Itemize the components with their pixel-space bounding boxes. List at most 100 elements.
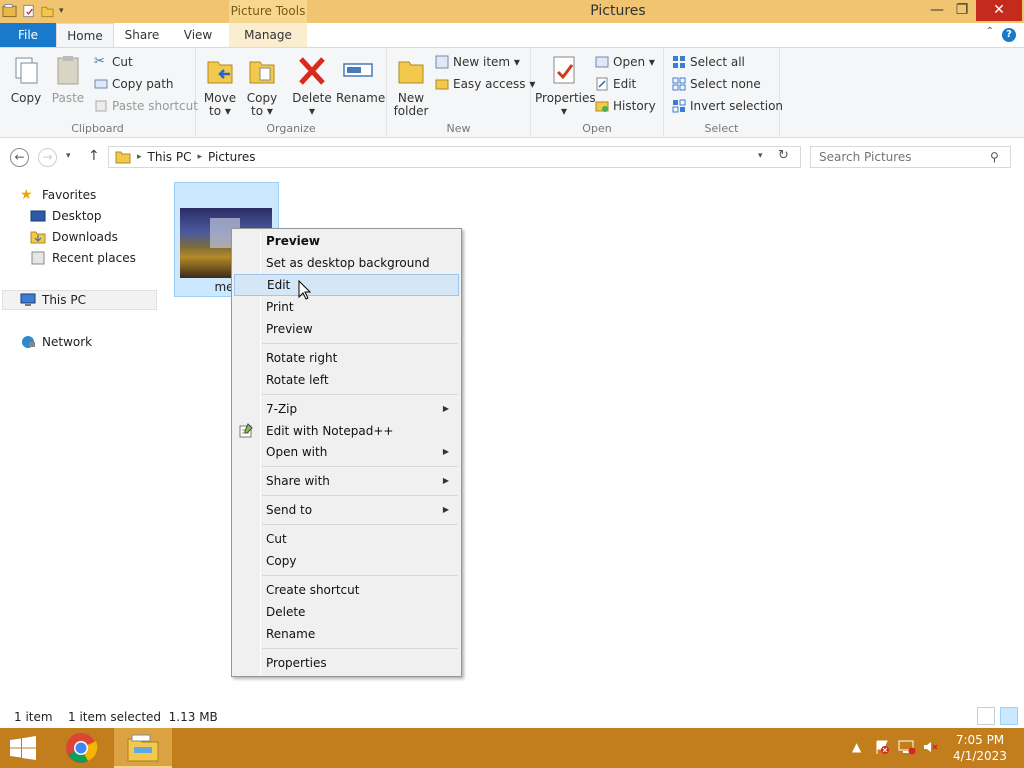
select-all-button[interactable]: Select all xyxy=(672,53,745,71)
quick-access-toolbar: ▾ xyxy=(2,3,64,19)
tab-file[interactable]: File xyxy=(0,23,56,47)
tab-manage[interactable]: Manage xyxy=(229,23,307,47)
menu-item-open-with[interactable]: Open with ▶ xyxy=(234,441,459,463)
history-button[interactable]: History xyxy=(595,97,656,115)
tab-view[interactable]: View xyxy=(176,23,220,47)
taskbar-chrome[interactable] xyxy=(52,728,110,768)
tab-share[interactable]: Share xyxy=(118,23,166,47)
ribbon-collapse-icon[interactable]: ⌃ xyxy=(986,26,994,37)
new-item-button[interactable]: New item ▾ xyxy=(435,53,520,71)
paste-shortcut-button[interactable]: Paste shortcut xyxy=(94,97,198,115)
search-input[interactable] xyxy=(810,146,1011,168)
menu-item-create-shortcut[interactable]: Create shortcut xyxy=(234,579,459,601)
this-pc-folder-icon xyxy=(115,151,131,164)
system-clock[interactable]: 7:05 PM 4/1/2023 xyxy=(950,732,1010,764)
navigation-pane: ★ Favorites Desktop Downloads Recent pla… xyxy=(0,176,160,704)
properties-button[interactable]: Properties ▾ xyxy=(535,54,596,118)
breadcrumb-this-pc[interactable]: This PC xyxy=(148,150,192,164)
copy-to-button[interactable]: Copy to ▾ xyxy=(244,54,280,118)
menu-separator xyxy=(262,394,458,395)
help-icon[interactable]: ? xyxy=(1002,28,1016,42)
new-folder-button[interactable]: New folder xyxy=(393,54,429,118)
close-button[interactable]: ✕ xyxy=(976,0,1022,21)
tab-home[interactable]: Home xyxy=(56,23,114,48)
address-bar[interactable]: ▸ This PC ▸ Pictures xyxy=(108,146,801,168)
cut-button[interactable]: ✂ Cut xyxy=(94,53,133,71)
select-none-button[interactable]: Select none xyxy=(672,75,761,93)
open-label: Open xyxy=(582,122,612,135)
select-none-icon xyxy=(672,77,686,91)
windows-start-icon[interactable] xyxy=(8,736,38,760)
new-label: New xyxy=(446,122,471,135)
nav-downloads[interactable]: Downloads xyxy=(30,227,118,247)
copy-button[interactable]: Copy xyxy=(8,54,44,105)
menu-item-preview[interactable]: Preview xyxy=(234,318,459,340)
recent-locations-icon[interactable]: ▾ xyxy=(66,151,71,161)
invert-selection-button[interactable]: Invert selection xyxy=(672,97,783,115)
open-icon xyxy=(595,56,609,68)
menu-item-set-desktop-background[interactable]: Set as desktop background xyxy=(234,252,459,274)
menu-item-share-with[interactable]: Share with ▶ xyxy=(234,470,459,492)
computer-icon xyxy=(20,293,36,306)
file-explorer-icon xyxy=(127,734,159,762)
up-icon[interactable]: ↑ xyxy=(88,148,100,164)
paste-button[interactable]: Paste xyxy=(50,54,86,105)
nav-recent-places[interactable]: Recent places xyxy=(30,248,136,268)
new-group: New folder New item ▾ Easy access ▾ New xyxy=(387,48,535,138)
menu-item-edit-with-notepad[interactable]: Edit with Notepad++ xyxy=(234,420,459,442)
clipboard-group: Copy Paste ✂ Cut Copy path Paste shortcu… xyxy=(0,48,198,138)
nav-favorites[interactable]: ★ Favorites xyxy=(20,185,96,205)
copy-to-icon xyxy=(249,61,275,84)
menu-item-preview-default[interactable]: Preview xyxy=(234,230,459,252)
show-hidden-icons-icon[interactable]: ▲ xyxy=(852,740,861,754)
ribbon-tabs: File Home Share View Manage xyxy=(0,23,1024,48)
menu-item-rotate-left[interactable]: Rotate left xyxy=(234,369,459,391)
nav-network[interactable]: Network xyxy=(20,332,92,352)
details-view-icon[interactable] xyxy=(977,707,995,725)
network-status-icon[interactable] xyxy=(898,739,916,755)
maximize-button[interactable]: ❐ xyxy=(948,0,976,21)
open-button[interactable]: Open ▾ xyxy=(595,53,655,71)
explorer-icon[interactable] xyxy=(2,3,17,19)
search-icon[interactable]: ⚲ xyxy=(990,150,999,164)
context-menu: Preview Set as desktop background Edit P… xyxy=(231,228,462,677)
menu-item-rotate-right[interactable]: Rotate right xyxy=(234,347,459,369)
back-button[interactable]: ← xyxy=(10,148,29,167)
menu-item-copy[interactable]: Copy xyxy=(234,550,459,572)
organize-label: Organize xyxy=(266,122,316,135)
menu-item-cut[interactable]: Cut xyxy=(234,528,459,550)
menu-item-send-to[interactable]: Send to ▶ xyxy=(234,499,459,521)
menu-item-print[interactable]: Print xyxy=(234,296,459,318)
nav-desktop[interactable]: Desktop xyxy=(30,206,102,226)
customize-qat-icon[interactable]: ▾ xyxy=(59,6,64,16)
scissors-icon: ✂ xyxy=(94,54,105,69)
history-icon xyxy=(595,101,609,112)
menu-item-delete[interactable]: Delete xyxy=(234,601,459,623)
volume-muted-icon[interactable] xyxy=(922,739,938,755)
copy-path-button[interactable]: Copy path xyxy=(94,75,174,93)
rename-button[interactable]: Rename xyxy=(336,54,385,105)
menu-item-7zip[interactable]: 7-Zip ▶ xyxy=(234,398,459,420)
action-center-flag-icon[interactable] xyxy=(874,739,890,755)
delete-x-icon xyxy=(299,57,325,85)
edit-button[interactable]: Edit xyxy=(595,75,636,93)
menu-item-edit[interactable]: Edit xyxy=(234,274,459,296)
delete-button[interactable]: Delete ▾ xyxy=(292,54,332,118)
menu-item-properties[interactable]: Properties xyxy=(234,652,459,674)
menu-item-rename[interactable]: Rename xyxy=(234,623,459,645)
nav-this-pc[interactable]: This PC xyxy=(2,290,157,310)
refresh-icon[interactable]: ↻ xyxy=(778,148,789,163)
new-folder-icon[interactable] xyxy=(40,3,55,19)
address-dropdown-icon[interactable]: ▾ xyxy=(758,151,763,161)
properties-icon[interactable] xyxy=(21,3,36,19)
breadcrumb-pictures[interactable]: Pictures xyxy=(208,150,256,164)
large-icons-view-icon[interactable] xyxy=(1000,707,1018,725)
picture-tools-contextual-tab: Picture Tools xyxy=(229,0,307,23)
forward-button[interactable]: → xyxy=(38,148,57,167)
move-to-button[interactable]: Move to ▾ xyxy=(202,54,238,118)
organize-group: Move to ▾ Copy to ▾ Delete ▾ Rename Organiz… xyxy=(196,48,387,138)
minimize-button[interactable]: — xyxy=(923,0,951,21)
network-icon xyxy=(22,336,35,348)
taskbar-file-explorer[interactable] xyxy=(114,728,172,768)
easy-access-button[interactable]: Easy access ▾ xyxy=(435,75,535,93)
